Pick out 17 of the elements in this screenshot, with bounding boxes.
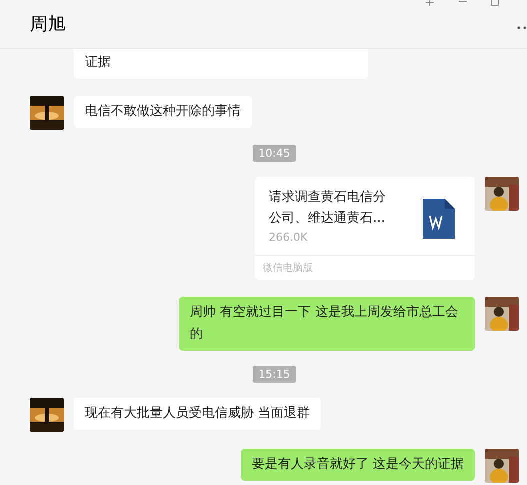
file-card[interactable]: 请求调查黄石电信分公司、维达通黄石... 266.0K 微信电脑版 [255,177,475,280]
message-bubble: 电信不敢做这种开除的事情 [74,96,252,128]
message-bubble: 现在有大批量人员受电信威胁 当面退群 [74,398,322,430]
timestamp: 10:45 [252,145,296,162]
maximize-icon[interactable] [491,0,499,6]
pin-icon[interactable] [425,0,435,6]
file-size: 266.0K [269,231,309,244]
document-icon [423,199,455,239]
source-label: 微信电脑版 [255,255,475,280]
message-bubble: 证据 [74,49,368,79]
more-icon[interactable] [517,26,527,30]
minimize-icon[interactable] [459,0,467,3]
file-name: 请求调查黄石电信分公司、维达通黄石... [269,189,387,228]
chat-title: 周旭 [30,13,66,36]
message-bubble: 要是有人录音就好了 这是今天的证据 [240,449,475,481]
timestamp: 15:15 [252,366,296,383]
message-bubble: 周帅 有空就过目一下 这是我上周发给市总工会的 [179,297,475,351]
